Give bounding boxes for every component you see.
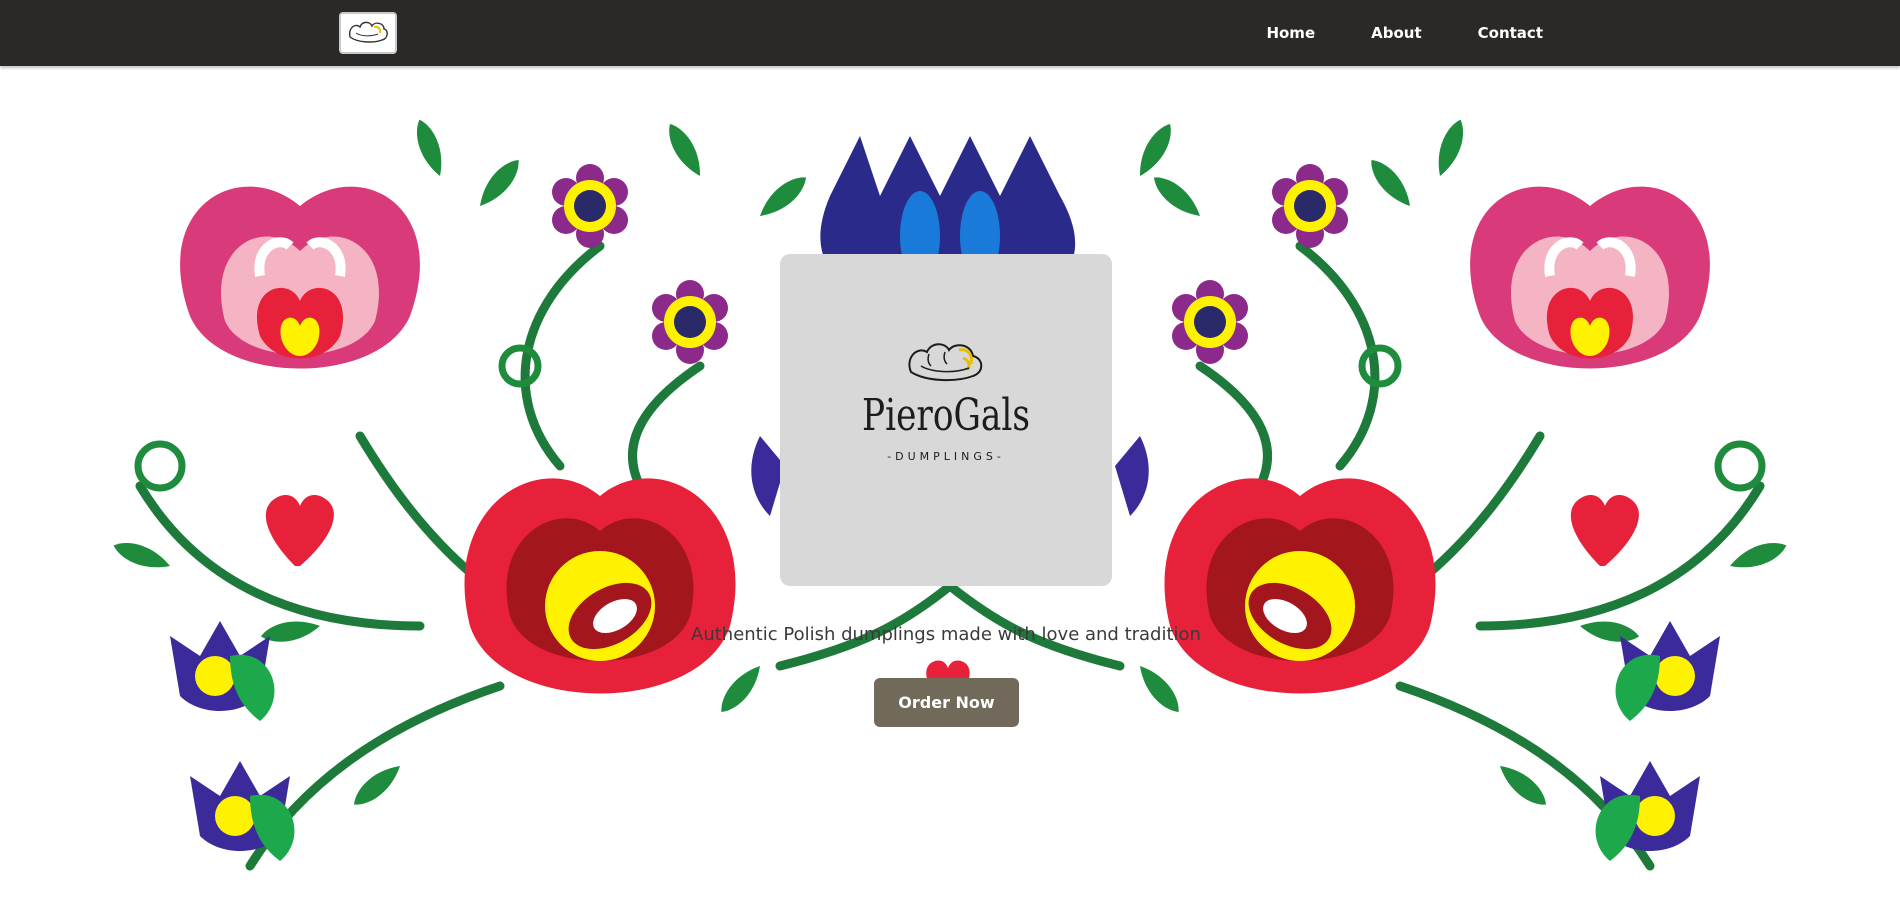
nav-links: Home About Contact (1210, 0, 1543, 66)
brand-name: PieroGals (862, 390, 1030, 441)
brand-logo-card: PieroGals -DUMPLINGS- (780, 254, 1112, 586)
nav-link-home[interactable]: Home (1266, 24, 1315, 42)
top-navbar: Home About Contact (0, 0, 1900, 66)
order-now-button[interactable]: Order Now (874, 678, 1019, 727)
hero-section: PieroGals -DUMPLINGS- Authentic Polish d… (0, 66, 1900, 912)
brand-subtitle: -DUMPLINGS- (887, 450, 1005, 463)
nav-logo-button[interactable] (339, 12, 397, 54)
dumpling-logo-icon (348, 21, 388, 43)
dumplings-icon (908, 343, 983, 382)
hero-tagline: Authentic Polish dumplings made with lov… (691, 624, 1201, 645)
nav-link-about[interactable]: About (1371, 24, 1422, 42)
nav-link-contact[interactable]: Contact (1478, 24, 1543, 42)
